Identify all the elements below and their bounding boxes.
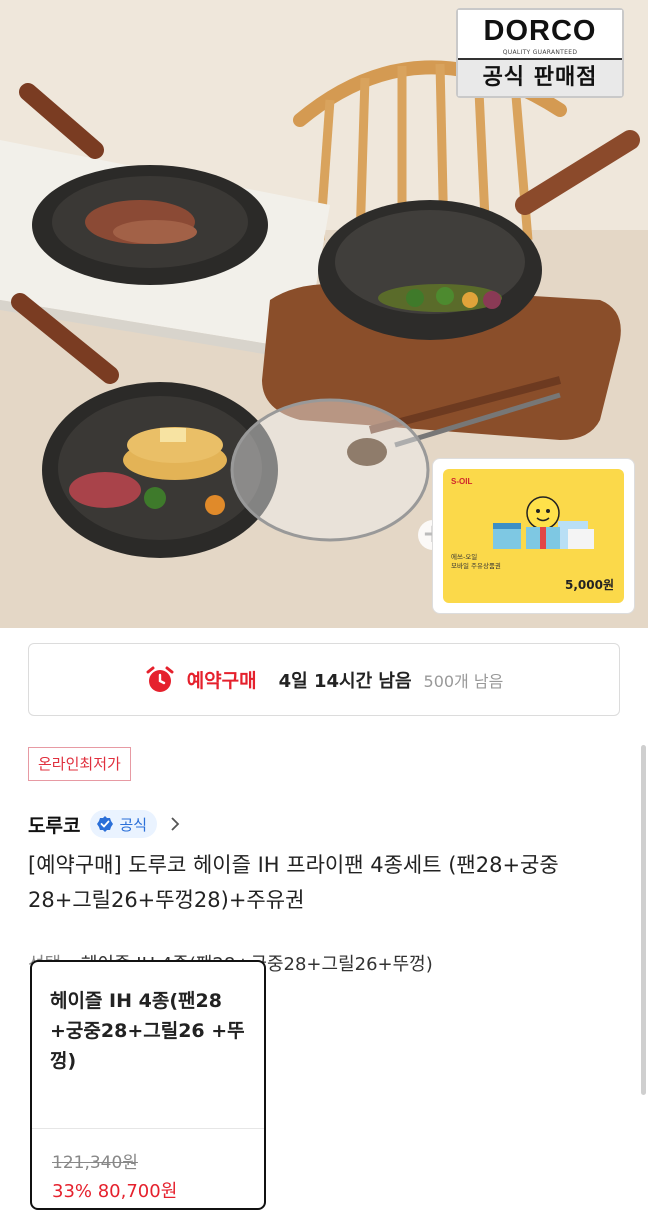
soil-logo: S-OIL xyxy=(451,477,473,486)
verified-check-icon xyxy=(97,816,114,832)
official-label: 공식 xyxy=(119,815,148,834)
gift-mascot-illustration xyxy=(493,496,594,549)
seller-link[interactable]: 도루코 공식 xyxy=(28,808,181,840)
gift-card-amount: 5,000원 xyxy=(565,578,614,592)
time-remaining: 4일 14시간 남음 xyxy=(278,670,412,692)
soil-gift-card: S-OIL 에쓰-오일 모바일 주유상품권 5,000원 xyxy=(443,469,624,603)
official-seller-badge: 공식 xyxy=(90,810,158,838)
brand-tagline: QUALITY GUARANTEED xyxy=(502,49,578,56)
reservation-countdown-bar: 예약구매 4일 14시간 남음 500개 남음 xyxy=(28,643,620,716)
alarm-clock-icon xyxy=(146,666,174,692)
page-scrollbar[interactable] xyxy=(641,745,646,1095)
gift-card-description: 에쓰-오일 모바일 주유상품권 xyxy=(451,553,501,570)
official-store-label: 공식 판매점 xyxy=(458,60,622,96)
product-hero-image: DORCO QUALITY GUARANTEED 공식 판매점 + S-OIL … xyxy=(0,0,648,628)
original-price: 121,340원 xyxy=(52,1153,138,1173)
product-title: [예약구매] 도루코 헤이즐 IH 프라이팬 4종세트 (팬28+궁중28+그릴… xyxy=(28,853,559,912)
chevron-right-icon[interactable] xyxy=(169,816,181,832)
seller-name[interactable]: 도루코 xyxy=(28,811,80,838)
stock-remaining: 500개 남음 xyxy=(423,671,504,691)
divider xyxy=(32,1128,264,1129)
brand-logo-text: DORCO xyxy=(483,15,597,47)
gift-card-frame: S-OIL 에쓰-오일 모바일 주유상품권 5,000원 xyxy=(432,458,635,614)
option-card-selected[interactable]: 헤이즐 IH 4종(팬28 +궁중28+그릴26 +뚜껑) 121,340원 3… xyxy=(30,960,266,1210)
reservation-label: 예약구매 xyxy=(186,670,257,692)
lowest-price-badge: 온라인최저가 xyxy=(28,747,131,781)
option-name: 헤이즐 IH 4종(팬28 +궁중28+그릴26 +뚜껑) xyxy=(50,990,245,1072)
dorco-official-store-badge: DORCO QUALITY GUARANTEED 공식 판매점 xyxy=(456,8,624,98)
sale-price: 33% 80,700원 xyxy=(52,1181,178,1202)
